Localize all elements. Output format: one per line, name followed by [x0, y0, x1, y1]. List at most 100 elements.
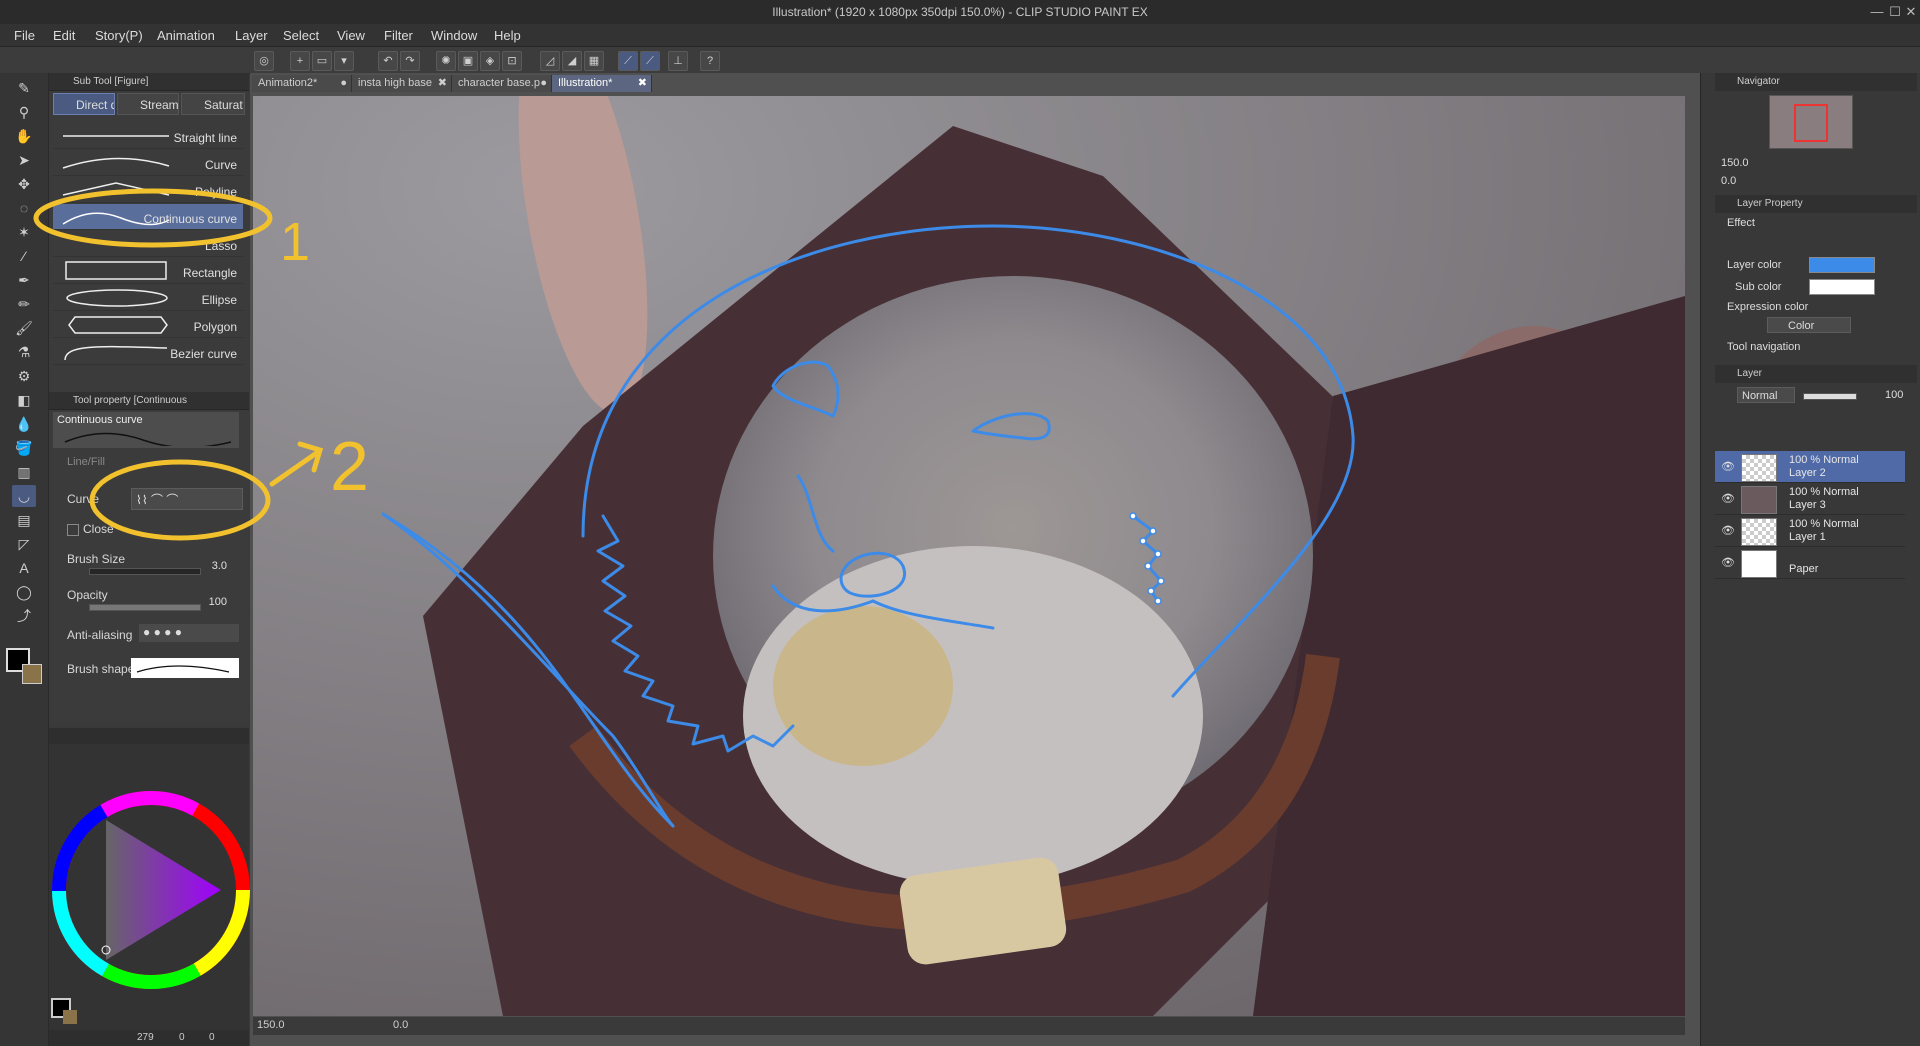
eye-icon[interactable]: 👁 — [1721, 556, 1735, 569]
doc-tab-close-icon[interactable]: ✖ — [438, 75, 447, 92]
curve-type-selector[interactable]: ⌇⌇ ⌒ ⌒ — [131, 488, 243, 510]
special-ruler-icon[interactable]: ▦ — [584, 51, 604, 71]
canvas-zoom-value[interactable]: 150.0 — [257, 1019, 285, 1031]
doc-tab-illustration[interactable]: Illustration* ✖ — [552, 75, 652, 92]
subtool-bezier-curve[interactable]: Bezier curve — [53, 339, 243, 365]
menu-edit[interactable]: Edit — [53, 28, 75, 43]
fill-tool-icon[interactable]: 🪣 — [12, 437, 36, 459]
subtool-curve[interactable]: Curve — [53, 150, 243, 176]
new-file-icon[interactable]: + — [290, 51, 310, 71]
perspective-snap-icon[interactable]: ◢ — [562, 51, 582, 71]
layer-row-layer-2[interactable]: 👁 100 % Normal Layer 2 — [1715, 451, 1905, 483]
layer-row-paper[interactable]: 👁 Paper — [1715, 547, 1905, 579]
gradient-icon[interactable]: ▥ — [12, 461, 36, 483]
layer-row-layer-3[interactable]: 👁 100 % Normal Layer 3 — [1715, 483, 1905, 515]
color-sub-swatch[interactable] — [63, 1010, 77, 1024]
tab-stream-line[interactable]: Stream — [117, 93, 179, 115]
doc-tab-insta-high-base[interactable]: insta high base ✖ — [352, 75, 452, 92]
menu-help[interactable]: Help — [494, 28, 521, 43]
menu-animation[interactable]: Animation — [157, 28, 215, 43]
menu-layer[interactable]: Layer — [235, 28, 268, 43]
doc-tab-close-icon[interactable]: ✖ — [638, 75, 647, 92]
eye-icon[interactable]: 👁 — [1721, 524, 1735, 537]
snap-to-ruler-icon[interactable]: ⟋ — [618, 51, 638, 71]
operation-tool-icon[interactable]: ➤ — [12, 149, 36, 171]
zoom-tool-icon[interactable]: ⚲ — [12, 101, 36, 123]
tab-direct-draw[interactable]: Direct d — [53, 93, 115, 115]
menu-file[interactable]: File — [14, 28, 35, 43]
navigator-angle[interactable]: 0.0 — [1721, 175, 1736, 187]
color-wheel[interactable] — [51, 790, 251, 990]
magic-wand-icon[interactable]: ✶ — [12, 221, 36, 243]
clear-icon[interactable]: ✺ — [436, 51, 456, 71]
layer-row-layer-1[interactable]: 👁 100 % Normal Layer 1 — [1715, 515, 1905, 547]
brush-shape-preview[interactable] — [131, 658, 239, 678]
tab-saturated-line[interactable]: Saturat — [181, 93, 245, 115]
deselect-icon[interactable]: ▣ — [458, 51, 478, 71]
drawing-canvas[interactable] — [253, 96, 1685, 1016]
doc-tab-close-icon[interactable]: ● — [540, 75, 547, 92]
sub-color-swatch[interactable] — [22, 664, 42, 684]
subtool-lasso[interactable]: Lasso — [53, 231, 243, 257]
crop-icon[interactable]: ⊡ — [502, 51, 522, 71]
navigator-zoom[interactable]: 150.0 — [1721, 157, 1749, 169]
layer-opacity-value[interactable]: 100 — [1885, 389, 1903, 401]
balloon-icon[interactable]: ◯ — [12, 581, 36, 603]
navigator-view-frame[interactable] — [1794, 104, 1828, 142]
layer-color-swatch[interactable] — [1809, 257, 1875, 273]
text-tool-icon[interactable]: A — [12, 557, 36, 579]
fill-icon[interactable]: ◈ — [480, 51, 500, 71]
spline-icon[interactable]: ⌇⌇ ⌒ ⌒ — [136, 491, 178, 508]
ruler-icon[interactable]: ◸ — [12, 533, 36, 555]
canvas-angle-value[interactable]: 0.0 — [393, 1019, 408, 1031]
airbrush-icon[interactable]: ⚗ — [12, 341, 36, 363]
subtool-rectangle[interactable]: Rectangle — [53, 258, 243, 284]
blend-icon[interactable]: 💧 — [12, 413, 36, 435]
subtool-continuous-curve[interactable]: Continuous curve — [53, 204, 243, 230]
opacity-value[interactable]: 100 — [199, 596, 227, 608]
lasso-tool-icon[interactable]: ◌ — [12, 197, 36, 219]
expression-color-dropdown[interactable]: Color — [1767, 317, 1851, 333]
help-icon[interactable]: ? — [700, 51, 720, 71]
frame-border-icon[interactable]: ▤ — [12, 509, 36, 531]
menu-select[interactable]: Select — [283, 28, 319, 43]
redo-icon[interactable]: ↷ — [400, 51, 420, 71]
doc-tab-character-base[interactable]: character base.p ● — [452, 75, 552, 92]
doc-tab-animation2[interactable]: Animation2* ● — [252, 75, 352, 92]
subtool-ellipse[interactable]: Ellipse — [53, 285, 243, 311]
move-layer-icon[interactable]: ✥ — [12, 173, 36, 195]
close-checkbox[interactable] — [67, 524, 79, 536]
opacity-slider[interactable] — [89, 604, 201, 611]
eraser-icon[interactable]: ◧ — [12, 389, 36, 411]
layer-opacity-slider[interactable] — [1803, 393, 1857, 400]
close-window-button[interactable]: ✕ — [1900, 2, 1920, 22]
blend-mode-dropdown[interactable]: Normal — [1737, 387, 1795, 403]
doc-tab-close-icon[interactable]: ● — [340, 75, 347, 92]
clip-studio-icon[interactable]: ◎ — [254, 51, 274, 71]
pencil-icon[interactable]: ✏ — [12, 293, 36, 315]
figure-tool-icon[interactable]: ◡ — [12, 485, 36, 507]
eye-icon[interactable]: 👁 — [1721, 460, 1735, 473]
subtool-polyline[interactable]: Polyline — [53, 177, 243, 203]
open-folder-icon[interactable]: ▭ — [312, 51, 332, 71]
subtool-polygon[interactable]: Polygon — [53, 312, 243, 338]
snap-grid-icon[interactable]: ⊥ — [668, 51, 688, 71]
decoration-icon[interactable]: ⚙ — [12, 365, 36, 387]
menu-view[interactable]: View — [337, 28, 365, 43]
save-icon[interactable]: ▾ — [334, 51, 354, 71]
menu-story[interactable]: Story(P) — [95, 28, 143, 43]
brush-icon[interactable]: 🖌 — [12, 317, 36, 339]
hand-tool-icon[interactable]: ✋ — [12, 125, 36, 147]
eyedropper-icon[interactable]: ⁄ — [12, 245, 36, 267]
brush-size-slider[interactable] — [89, 568, 201, 575]
snap-to-special-icon[interactable]: ⟋ — [640, 51, 660, 71]
ruler-snap-icon[interactable]: ◿ — [540, 51, 560, 71]
eye-icon[interactable]: 👁 — [1721, 492, 1735, 505]
correct-line-icon[interactable]: ⤴ — [12, 605, 36, 627]
navigator-preview[interactable] — [1769, 95, 1853, 149]
pen-tool-icon[interactable]: ✎ — [12, 77, 36, 99]
menu-filter[interactable]: Filter — [384, 28, 413, 43]
undo-icon[interactable]: ↶ — [378, 51, 398, 71]
pen-icon[interactable]: ✒ — [12, 269, 36, 291]
menu-window[interactable]: Window — [431, 28, 477, 43]
